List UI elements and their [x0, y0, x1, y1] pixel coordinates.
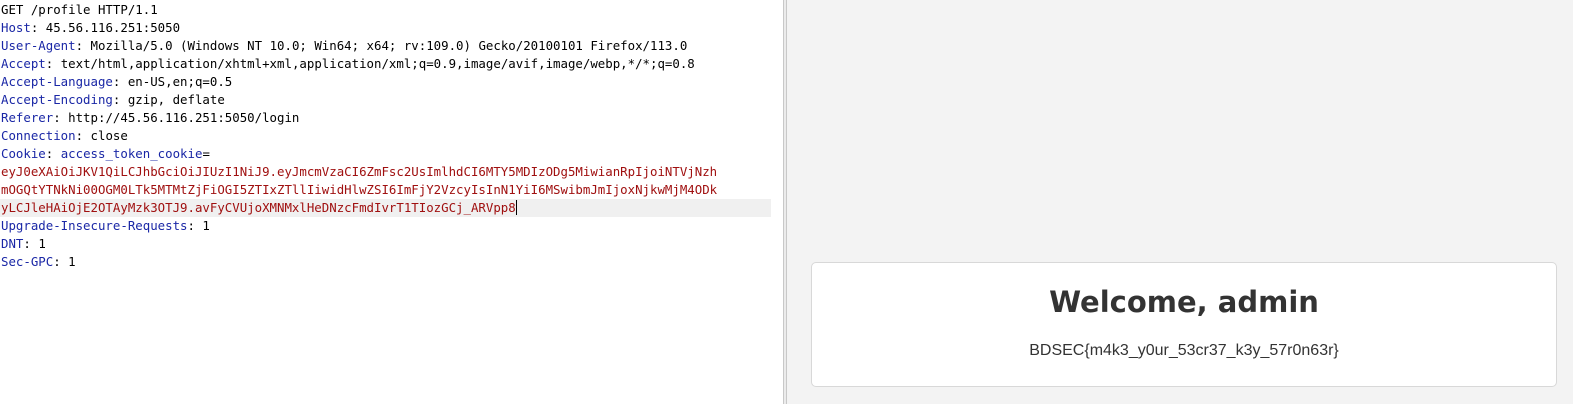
header-line-connection[interactable]: Connection: close [0, 127, 771, 145]
cookie-value-line[interactable]: eyJ0eXAiOiJKV1QiLCJhbGciOiJIUzI1NiJ9.eyJ… [0, 163, 771, 181]
header-name: Sec-GPC [1, 254, 54, 269]
header-value: en-US,en;q=0.5 [127, 74, 233, 89]
header-line-user-agent[interactable]: User-Agent: Mozilla/5.0 (Windows NT 10.0… [0, 37, 771, 55]
header-line-cookie[interactable]: Cookie: access_token_cookie= [0, 145, 771, 163]
header-name: Accept [1, 56, 46, 71]
header-value: Mozilla/5.0 (Windows NT 10.0; Win64; x64… [90, 38, 688, 53]
header-value: close [90, 128, 128, 143]
header-name: Upgrade-Insecure-Requests [1, 218, 188, 233]
header-name: Accept-Encoding [1, 92, 113, 107]
welcome-card: Welcome, admin BDSEC{m4k3_y0ur_53cr37_k3… [811, 262, 1557, 387]
header-line-referer[interactable]: Referer: http://45.56.116.251:5050/login [0, 109, 771, 127]
flag-text: BDSEC{m4k3_y0ur_53cr37_k3y_57r0n63r} [1029, 342, 1339, 359]
cookie-value-line-current[interactable]: yLCJleHAiOjE2OTAyMzk3OTJ9.avFyCVUjoXMNMx… [0, 199, 771, 217]
header-value: 1 [202, 218, 210, 233]
header-line-upgrade-insecure-requests[interactable]: Upgrade-Insecure-Requests: 1 [0, 217, 771, 235]
header-line-dnt[interactable]: DNT: 1 [0, 235, 771, 253]
cookie-name: access_token_cookie [60, 146, 203, 161]
header-value: 45.56.116.251:5050 [45, 20, 181, 35]
header-line-accept-encoding[interactable]: Accept-Encoding: gzip, deflate [0, 91, 771, 109]
request-editor[interactable]: GET /profile HTTP/1.1 Host: 45.56.116.25… [0, 0, 783, 404]
response-render-pane: Welcome, admin BDSEC{m4k3_y0ur_53cr37_k3… [787, 0, 1573, 404]
header-value: gzip, deflate [127, 92, 225, 107]
jwt-token-segment: mOGQtYTNkNi00OGM0LTk5MTMtZjFiOGI5ZTIxZTl… [1, 182, 718, 197]
header-value: 1 [38, 236, 46, 251]
header-name: DNT [1, 236, 24, 251]
repeater-workspace: GET /profile HTTP/1.1 Host: 45.56.116.25… [0, 0, 1573, 404]
cookie-value-line[interactable]: mOGQtYTNkNi00OGM0LTk5MTMtZjFiOGI5ZTIxZTl… [0, 181, 771, 199]
header-name: Host [1, 20, 31, 35]
header-value: http://45.56.116.251:5050/login [68, 110, 300, 125]
header-name: Referer [1, 110, 54, 125]
header-name: Cookie [1, 146, 46, 161]
request-line[interactable]: GET /profile HTTP/1.1 [0, 1, 771, 19]
welcome-heading: Welcome, admin [1049, 285, 1319, 319]
header-line-accept[interactable]: Accept: text/html,application/xhtml+xml,… [0, 55, 771, 73]
header-line-host[interactable]: Host: 45.56.116.251:5050 [0, 19, 771, 37]
header-name: Connection [1, 128, 76, 143]
jwt-token-segment: eyJ0eXAiOiJKV1QiLCJhbGciOiJIUzI1NiJ9.eyJ… [1, 164, 718, 179]
header-name: User-Agent [1, 38, 76, 53]
jwt-token-segment: yLCJleHAiOjE2OTAyMzk3OTJ9.avFyCVUjoXMNMx… [1, 200, 516, 215]
header-value: 1 [68, 254, 76, 269]
header-name: Accept-Language [1, 74, 113, 89]
header-value: text/html,application/xhtml+xml,applicat… [60, 56, 695, 71]
header-line-accept-language[interactable]: Accept-Language: en-US,en;q=0.5 [0, 73, 771, 91]
header-line-sec-gpc[interactable]: Sec-GPC: 1 [0, 253, 771, 271]
text-caret [515, 200, 517, 215]
request-line-text: GET /profile HTTP/1.1 [1, 2, 158, 17]
